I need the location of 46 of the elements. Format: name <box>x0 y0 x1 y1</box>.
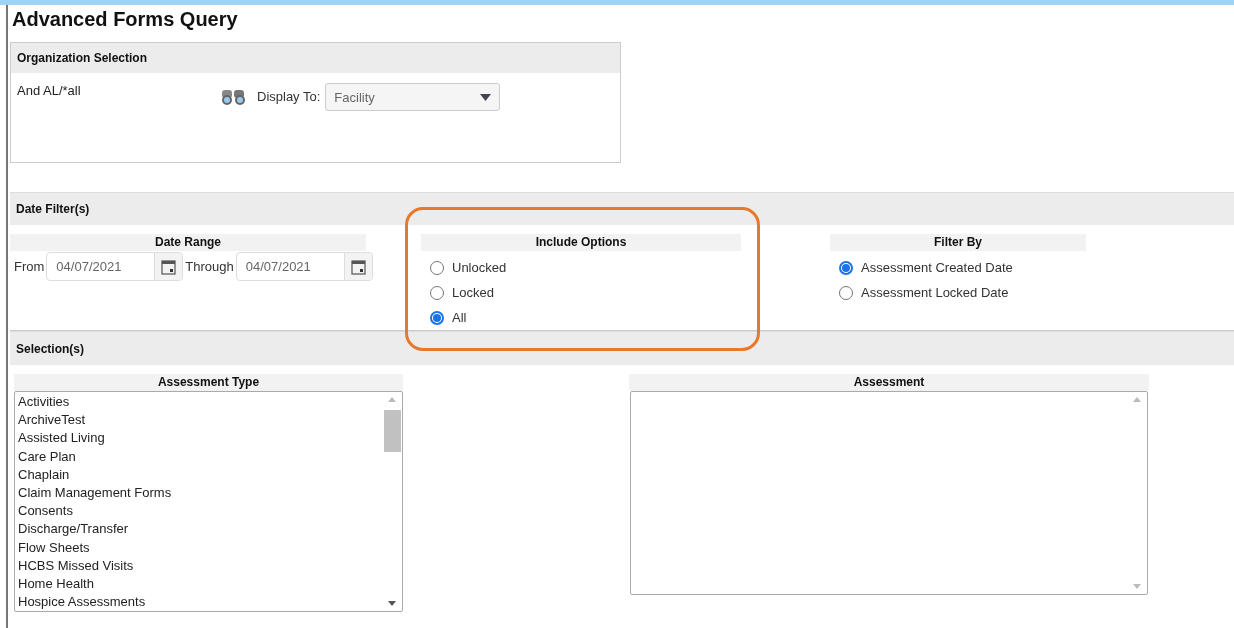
scroll-down-icon[interactable] <box>387 601 397 607</box>
section-heading: Date Filter(s) <box>10 192 1234 225</box>
scroll-thumb[interactable] <box>383 410 401 452</box>
through-label: Through <box>185 259 234 274</box>
list-item[interactable]: Flow Sheets <box>18 538 379 557</box>
column-heading: Filter By <box>830 234 1086 251</box>
radio-button[interactable] <box>430 285 444 300</box>
list-item[interactable]: Activities <box>18 393 379 412</box>
organization-selection: And AL/*all <box>17 83 82 100</box>
list-item[interactable]: Care Plan <box>18 447 379 466</box>
list-item[interactable]: ArchiveTest <box>18 411 379 430</box>
list-item[interactable]: Consents <box>18 502 379 521</box>
from-date-field[interactable]: 04/07/2021 <box>46 252 184 281</box>
calendar-button[interactable] <box>154 253 183 280</box>
calendar-icon <box>350 258 366 275</box>
column-heading: Date Range <box>10 234 366 251</box>
list-item[interactable]: Chaplain <box>18 465 379 484</box>
list-item[interactable]: HCBS Missed Visits <box>18 556 379 575</box>
section-heading: Organization Selection <box>11 43 620 73</box>
caret-icon <box>480 93 492 101</box>
assessment-type-list[interactable]: Activities ArchiveTest Assisted Living Care Plan Chaplain Claim Management Forms Consents Discharge/Transfer Flow Sheets HCBS Missed Visits Home Health Hospice Assessments <box>14 391 403 612</box>
list-item[interactable]: Home Health <box>18 574 379 594</box>
display-to-dropdown[interactable]: Facility <box>325 83 501 111</box>
list-item[interactable]: Hospice Assessments <box>18 593 379 612</box>
radio-option[interactable]: All <box>421 305 741 330</box>
list-item[interactable]: Discharge/Transfer <box>18 520 379 539</box>
column-heading: Assessment Type <box>14 374 403 391</box>
radio-button[interactable] <box>430 310 444 325</box>
radio-option[interactable]: Assessment Locked Date <box>830 280 1086 305</box>
page-title: Advanced Forms Query <box>11 7 239 32</box>
section-heading: Selection(s) <box>10 331 1234 365</box>
radio-button[interactable] <box>839 260 853 275</box>
calendar-icon <box>161 258 177 275</box>
radio-option[interactable]: Unlocked <box>421 255 741 280</box>
display-to-label: Display To: <box>257 89 321 106</box>
radio-button[interactable] <box>839 285 853 300</box>
radio-button[interactable] <box>430 260 444 275</box>
radio-option[interactable]: Locked <box>421 280 741 305</box>
column-heading: Include Options <box>421 234 741 251</box>
through-date-field[interactable]: 04/07/2021 <box>235 252 373 281</box>
column-heading: Assessment <box>629 374 1149 391</box>
list-item[interactable]: Claim Management Forms <box>18 483 379 503</box>
from-label: From <box>14 259 45 274</box>
radio-option[interactable]: Assessment Created Date <box>830 255 1086 280</box>
list-item[interactable]: Assisted Living <box>18 429 379 448</box>
calendar-button[interactable] <box>343 253 372 280</box>
